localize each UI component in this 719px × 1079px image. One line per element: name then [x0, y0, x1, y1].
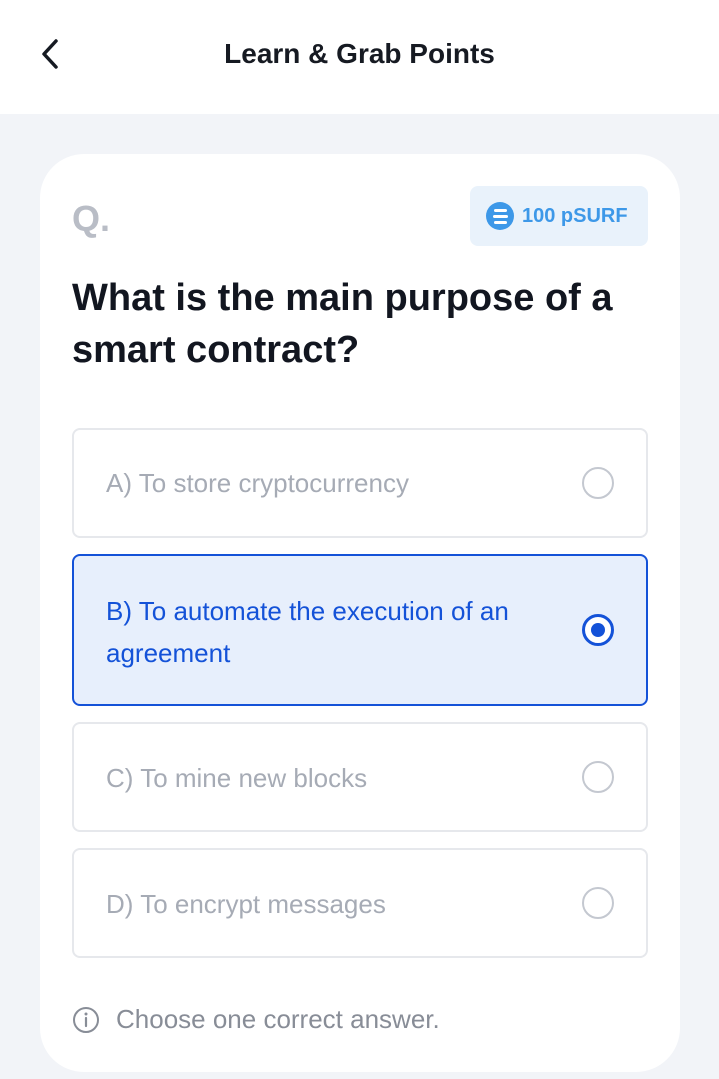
- answer-option-c[interactable]: C) To mine new blocks: [72, 722, 648, 832]
- radio-selected-dot: [591, 623, 605, 637]
- psurf-coin-icon: [486, 202, 514, 230]
- page-title: Learn & Grab Points: [224, 38, 495, 69]
- radio-button-selected[interactable]: [582, 614, 614, 646]
- answer-option-label: C) To mine new blocks: [106, 763, 368, 793]
- radio-button[interactable]: [582, 887, 614, 919]
- reward-badge: 100 pSURF: [470, 186, 648, 246]
- app-header: Learn & Grab Points: [0, 0, 719, 114]
- radio-button[interactable]: [582, 761, 614, 793]
- hint-text: Choose one correct answer.: [116, 1004, 440, 1034]
- answer-option-a[interactable]: A) To store cryptocurrency: [72, 428, 648, 538]
- question-text: What is the main purpose of a smart cont…: [72, 277, 613, 371]
- reward-label: 100 pSURF: [522, 204, 628, 227]
- answer-option-label: D) To encrypt messages: [106, 889, 386, 919]
- answer-option-b[interactable]: B) To automate the execution of an agree…: [72, 554, 648, 706]
- answer-hint: Choose one correct answer.: [72, 1004, 440, 1035]
- answer-option-label: A) To store cryptocurrency: [106, 468, 409, 498]
- answer-option-d[interactable]: D) To encrypt messages: [72, 848, 648, 958]
- radio-button[interactable]: [582, 467, 614, 499]
- quiz-card: Q. 100 pSURF What is the main purpose of…: [40, 154, 680, 1072]
- question-marker: Q.: [72, 198, 111, 239]
- info-icon: [73, 1006, 99, 1033]
- answer-option-label: B) To automate the execution of an agree…: [106, 596, 509, 668]
